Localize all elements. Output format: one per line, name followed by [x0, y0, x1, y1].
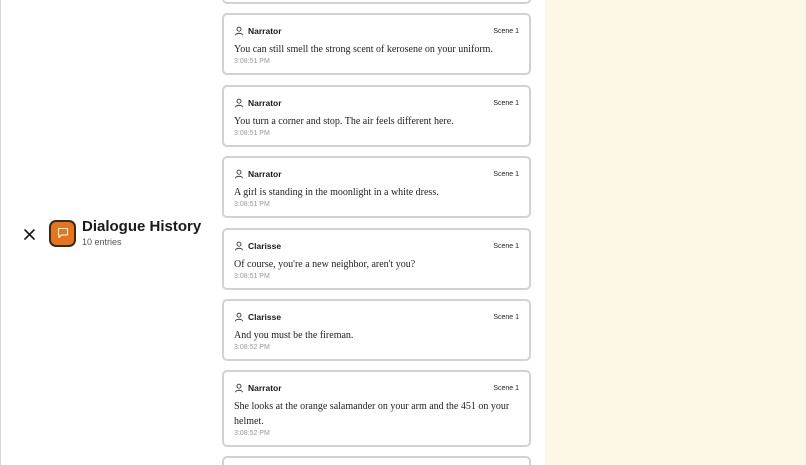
message-icon — [57, 227, 68, 239]
entry-count: 10 entries — [82, 237, 122, 247]
dialogue-entry: Narrator Scene 1 She looks at the orange… — [222, 370, 531, 447]
speaker-name: Clarisse — [248, 312, 282, 322]
timestamp: 3:08:51 PM — [234, 201, 270, 208]
timestamp: 3:08:52 PM — [234, 430, 270, 437]
person-icon — [234, 26, 244, 36]
close-button[interactable] — [20, 225, 38, 243]
dialogue-entry: Clarisse Scene 1 Of course, you're a new… — [222, 228, 531, 290]
person-icon — [234, 383, 244, 393]
dialogue-text: And you must be the fireman. — [234, 330, 354, 341]
speaker-name: Narrator — [248, 169, 282, 179]
page-title: Dialogue History — [82, 218, 202, 235]
timestamp: 3:08:51 PM — [234, 58, 270, 65]
person-icon — [234, 312, 244, 322]
person-icon — [234, 241, 244, 251]
person-icon — [234, 98, 244, 108]
speaker-name: Narrator — [248, 98, 282, 108]
dialogue-entry: Narrator Scene 1 You can still smell the… — [222, 13, 531, 75]
scene-label: Scene 1 — [493, 99, 519, 107]
left-border — [0, 0, 1, 465]
dialogue-entry: Clarisse Scene 1 And you must be the fir… — [222, 299, 531, 361]
speaker-name: Narrator — [248, 383, 282, 393]
dialogue-text: You turn a corner and stop. The air feel… — [234, 116, 454, 127]
scene-label: Scene 1 — [493, 313, 519, 321]
card-bottom-partial — [222, 456, 531, 465]
dialogue-entry: Narrator Scene 1 A girl is standing in t… — [222, 156, 531, 218]
scene-label: Scene 1 — [493, 170, 519, 178]
timestamp: 3:08:52 PM — [234, 344, 270, 351]
dialogue-text: You can still smell the strong scent of … — [234, 44, 493, 55]
card-top-partial — [222, 0, 531, 4]
dialogue-text: Of course, you're a new neighbor, aren't… — [234, 259, 416, 270]
timestamp: 3:08:51 PM — [234, 130, 270, 137]
dialogue-app-icon — [49, 219, 76, 247]
dialogue-text: A girl is standing in the moonlight in a… — [234, 187, 439, 198]
speaker-name: Clarisse — [248, 241, 282, 251]
speaker-name: Narrator — [248, 26, 282, 36]
scene-label: Scene 1 — [493, 27, 519, 35]
dialogue-text: She looks at the orange salamander on yo… — [234, 401, 510, 427]
close-icon — [23, 228, 35, 240]
person-icon — [234, 169, 244, 179]
right-panel — [545, 0, 806, 465]
dialogue-history-header: Dialogue History 10 entries — [20, 218, 201, 248]
scene-label: Scene 1 — [493, 384, 519, 392]
timestamp: 3:08:51 PM — [234, 273, 270, 280]
scene-label: Scene 1 — [493, 242, 519, 250]
dialogue-entry: Narrator Scene 1 You turn a corner and s… — [222, 85, 531, 147]
